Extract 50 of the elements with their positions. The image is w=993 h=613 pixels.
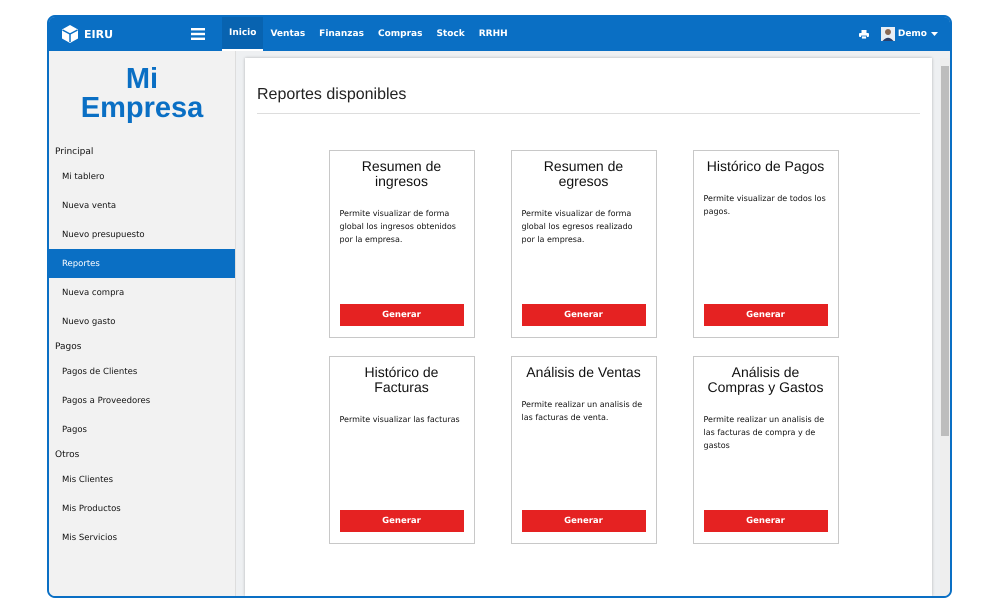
generate-button[interactable]: Generar [340,304,464,326]
sidebar-item[interactable]: Nueva compra [49,278,235,307]
card-description: Permite realizar un analisis de las facturas de venta. [522,399,644,424]
sidebar-item[interactable]: Nuevo gasto [49,307,235,336]
card-description: Permite visualizar de forma global los ingresos obtenidos por la empresa. [340,208,457,246]
menu-icon[interactable] [191,28,205,40]
card-description: Permite visualizar las facturas [340,414,461,426]
brand-name: EIRU [84,28,114,40]
user-menu[interactable]: Demo [898,29,927,39]
card-description: Permite visualizar de todos los pagos. [704,193,827,218]
section-heading: Otros [54,449,80,462]
sidebar-item[interactable]: Mis Productos [49,494,235,523]
card-title: Análisis de Ventas [525,365,642,380]
caret-icon[interactable] [931,32,938,36]
sidebar-item[interactable]: Mis Clientes [49,465,235,494]
generate-button[interactable]: Generar [704,510,828,532]
avatar-icon[interactable] [880,27,895,41]
printer-icon[interactable] [858,30,869,38]
section-heading: Pagos [54,341,82,354]
card-title: Histórico de Facturas [364,365,440,395]
sidebar-item[interactable]: Mis Servicios [49,523,235,552]
generate-button[interactable]: Generar [340,510,464,532]
card-title: Histórico de Pagos [706,159,826,174]
scrollbar[interactable] [940,58,950,596]
sidebar-item[interactable]: Pagos a Proveedores [49,386,235,415]
nav-tab[interactable]: RRHH [472,17,515,51]
sidebar-item[interactable]: Mi tablero [49,162,235,191]
sidebar-item[interactable]: Nuevo presupuesto [49,220,235,249]
nav-tab[interactable]: Ventas [263,17,312,51]
nav-tab[interactable]: Inicio [222,17,264,51]
scrollbar-thumb[interactable] [941,66,949,436]
generate-button[interactable]: Generar [522,304,646,326]
sidebar-item[interactable]: Nueva venta [49,191,235,220]
card-description: Permite realizar un analisis de las facturas de compra y de gastos [704,414,826,452]
generate-button[interactable]: Generar [704,304,828,326]
card-title: Análisis de Compras y Gastos [706,365,824,395]
card-description: Permite visualizar de forma global los egresos realizado por la empresa. [522,208,634,246]
generate-button[interactable]: Generar [522,510,646,532]
card-title: Resumen de ingresos [360,159,442,189]
section-heading: Principal [54,146,94,159]
cube-icon [60,24,80,44]
nav-tab[interactable]: Stock [429,17,472,51]
sidebar-item[interactable]: Reportes [49,249,235,278]
card-title: Resumen de egresos [542,159,624,189]
company-name: Mi Empresa [80,62,204,126]
sidebar-item[interactable]: Pagos de Clientes [49,357,235,386]
nav-tab[interactable]: Finanzas [312,17,371,51]
nav-tab[interactable]: Compras [370,17,430,51]
page-title: Reportes disponibles [257,86,920,114]
sidebar-item[interactable]: Pagos [49,415,235,444]
